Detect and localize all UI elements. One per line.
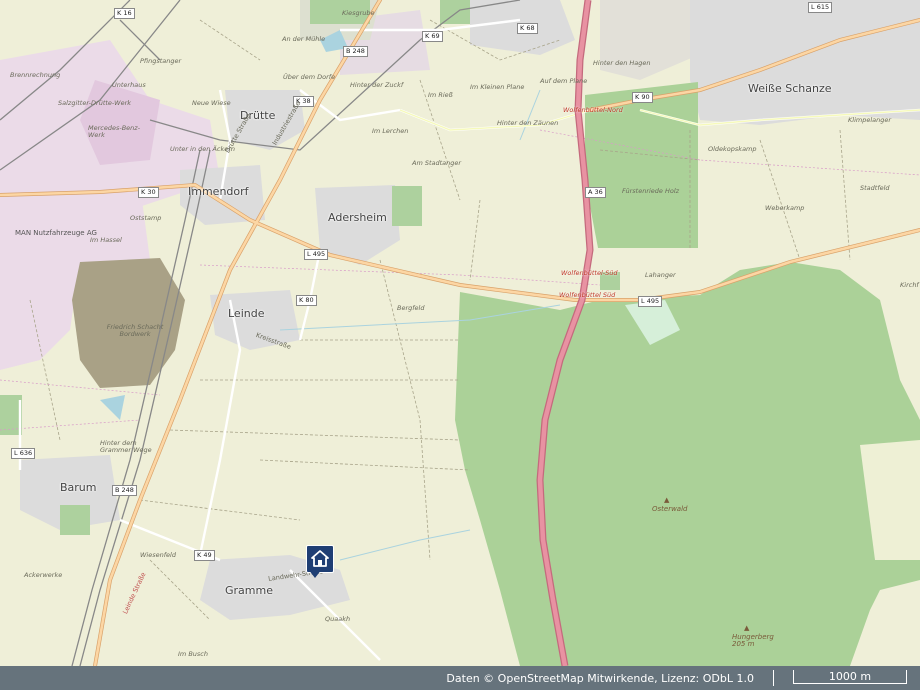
road-shield: K 80	[296, 295, 317, 306]
road-shield: K 90	[632, 92, 653, 103]
place-label: Im Hassel	[90, 236, 122, 244]
place-label: Im Kleinen Plane	[470, 83, 525, 91]
place-label: Ackerwerke	[24, 571, 63, 579]
place-label: Kirchf	[900, 281, 919, 289]
industrial-label: MAN Nutzfahrzeuge AG	[15, 229, 97, 237]
road-shield: B 248	[112, 485, 137, 496]
footer-divider	[773, 670, 774, 686]
map-footer: Daten © OpenStreetMap Mitwirkende, Lizen…	[0, 666, 920, 690]
town-label: Gramme	[225, 584, 273, 597]
place-label: Unterhaus	[112, 81, 146, 89]
road-shield: L 636	[11, 448, 36, 459]
town-label: Immendorf	[188, 185, 249, 198]
place-label: Hinter den Zäunen	[497, 119, 559, 127]
peak-label: Hungerberg 205 m	[732, 633, 774, 648]
road-shield: A 36	[585, 187, 606, 198]
road-shield: K 68	[517, 23, 538, 34]
place-label: Salzgitter-Drütte-Werk	[58, 99, 132, 107]
place-label: Auf dem Plane	[540, 77, 588, 85]
road-shield: L 495	[304, 249, 329, 260]
place-label: Klimpelanger	[848, 116, 892, 124]
road-shield: K 16	[114, 8, 135, 19]
peak-label: Osterwald	[652, 505, 688, 513]
industrial-label: Brennrechnung	[10, 71, 61, 79]
place-label: Bergfeld	[397, 304, 425, 312]
place-label: Hinter den Hagen	[593, 59, 651, 67]
industrial-label: Mercedes-Benz-Werk	[88, 124, 141, 139]
place-label: Über dem Dorfe	[283, 73, 336, 81]
place-label: Im Lerchen	[372, 127, 409, 135]
place-label: Weberkamp	[765, 204, 805, 212]
town-label: Adersheim	[328, 211, 387, 224]
industrial-label: Friedrich Schacht Bordwerk	[106, 323, 164, 338]
road-shield: K 49	[194, 550, 215, 561]
place-label: Im Rieß	[428, 91, 453, 99]
town-label: Barum	[60, 481, 97, 494]
junction-label: Wolfenbüttel-Nord	[563, 106, 623, 114]
place-label: Lahanger	[645, 271, 676, 279]
place-label: Am Stadtanger	[412, 159, 462, 167]
road-shield: K 69	[422, 31, 443, 42]
map-view[interactable]: Drütte Immendorf Adersheim Leinde Barum …	[0, 0, 920, 690]
place-label: Pfingstanger	[140, 57, 182, 65]
place-label: Quaakh	[325, 615, 351, 623]
road-shield: L 615	[808, 2, 833, 13]
place-label: Fürstenriede Holz	[622, 187, 680, 195]
home-marker-pointer	[308, 569, 322, 578]
place-label: Im Busch	[178, 650, 208, 658]
peak-marker: ▲	[744, 624, 750, 632]
place-label: Hinter der Zuckf	[350, 81, 404, 89]
attribution-text[interactable]: Daten © OpenStreetMap Mitwirkende, Lizen…	[446, 672, 754, 685]
scale-bar: 1000 m	[793, 670, 907, 684]
place-label: Kiesgrube	[342, 9, 375, 17]
residential-area	[690, 0, 920, 125]
forest-main	[455, 262, 920, 666]
place-label: Neue Wiese	[192, 99, 231, 107]
peak-marker: ▲	[664, 496, 670, 504]
place-label: Oststamp	[130, 214, 162, 222]
road-shield: L 495	[638, 296, 663, 307]
place-label: Wiesenfeld	[140, 551, 176, 559]
road-shield: K 30	[138, 187, 159, 198]
town-label: Leinde	[228, 307, 265, 320]
place-label: Hinter dem Grammer Wege	[100, 439, 152, 454]
place-label: Stadtfeld	[860, 184, 890, 192]
road-shield: B 248	[343, 46, 368, 57]
place-label: Oldekopskamp	[708, 145, 757, 153]
town-label: Weiße Schanze	[748, 82, 832, 95]
place-label: An der Mühle	[282, 35, 326, 43]
junction-label: Wolfenbüttel Süd	[559, 291, 616, 299]
junction-label: Wolfenbüttel-Süd	[561, 269, 618, 277]
